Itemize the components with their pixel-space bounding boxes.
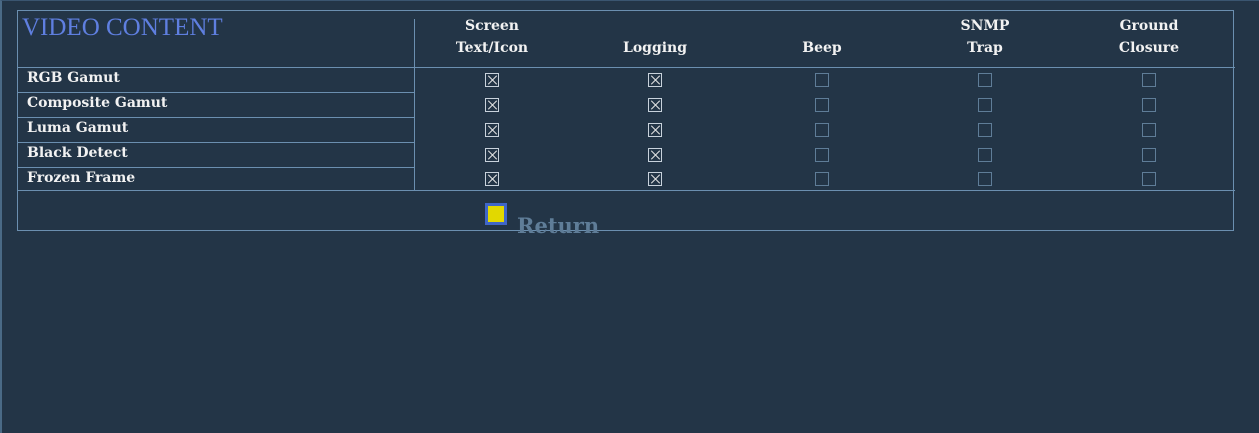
column-header-snmp-trap: SNMP Trap <box>960 18 1010 56</box>
row-divider <box>18 142 415 143</box>
video-content-panel: VIDEO CONTENT Screen Text/Icon Logging B… <box>17 10 1235 238</box>
checkbox-snmp-trap[interactable] <box>978 73 992 87</box>
column-header-screen-text-icon: Screen Text/Icon <box>455 18 529 56</box>
checkbox-logging[interactable] <box>648 148 662 162</box>
checkbox-ground-closure[interactable] <box>1142 123 1156 137</box>
checkbox-screen-text-icon[interactable] <box>485 73 499 87</box>
checkbox-screen-text-icon[interactable] <box>485 123 499 137</box>
checkbox-ground-closure[interactable] <box>1142 98 1156 112</box>
checkbox-ground-closure[interactable] <box>1142 148 1156 162</box>
checkbox-logging[interactable] <box>648 172 662 186</box>
checkbox-snmp-trap[interactable] <box>978 172 992 186</box>
checkbox-beep[interactable] <box>815 172 829 186</box>
row-label-frozen-frame: Frozen Frame <box>27 170 136 186</box>
checkbox-beep[interactable] <box>815 98 829 112</box>
row-divider <box>18 167 415 168</box>
checkbox-snmp-trap[interactable] <box>978 123 992 137</box>
checkbox-ground-closure[interactable] <box>1142 172 1156 186</box>
row-divider <box>18 92 415 93</box>
column-header-logging: Logging <box>622 40 688 56</box>
return-button-label[interactable]: Return <box>517 213 599 238</box>
column-divider <box>414 19 415 190</box>
checkbox-ground-closure[interactable] <box>1142 73 1156 87</box>
checkbox-snmp-trap[interactable] <box>978 98 992 112</box>
checkbox-screen-text-icon[interactable] <box>485 172 499 186</box>
header-divider <box>18 67 1235 68</box>
checkbox-logging[interactable] <box>648 98 662 112</box>
row-label-composite-gamut: Composite Gamut <box>27 95 168 111</box>
checkbox-screen-text-icon[interactable] <box>485 98 499 112</box>
screen: VIDEO CONTENT Screen Text/Icon Logging B… <box>0 0 1259 433</box>
return-button-indicator[interactable] <box>485 203 507 225</box>
column-header-beep: Beep <box>802 40 842 56</box>
checkbox-beep[interactable] <box>815 73 829 87</box>
row-divider <box>18 117 415 118</box>
checkbox-beep[interactable] <box>815 123 829 137</box>
column-header-ground-closure: Ground Closure <box>1118 18 1180 56</box>
footer-divider <box>18 190 1235 191</box>
row-label-luma-gamut: Luma Gamut <box>27 120 129 136</box>
checkbox-snmp-trap[interactable] <box>978 148 992 162</box>
checkbox-beep[interactable] <box>815 148 829 162</box>
panel-title: VIDEO CONTENT <box>22 14 223 41</box>
row-label-rgb-gamut: RGB Gamut <box>27 70 120 86</box>
row-label-black-detect: Black Detect <box>27 145 128 161</box>
checkbox-logging[interactable] <box>648 73 662 87</box>
checkbox-screen-text-icon[interactable] <box>485 148 499 162</box>
checkbox-logging[interactable] <box>648 123 662 137</box>
